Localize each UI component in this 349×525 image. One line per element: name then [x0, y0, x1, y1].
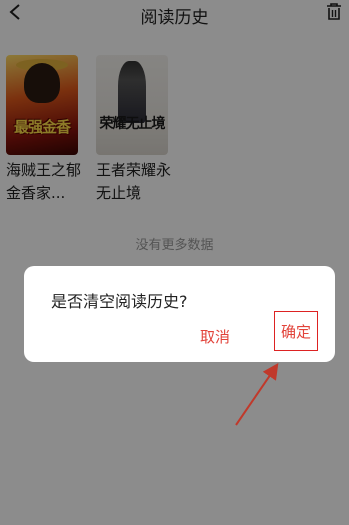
confirm-dialog: 是否清空阅读历史? 取消 确定	[24, 266, 335, 362]
cancel-button[interactable]: 取消	[200, 326, 230, 347]
modal-overlay[interactable]	[0, 0, 349, 525]
dialog-message: 是否清空阅读历史?	[51, 292, 188, 311]
confirm-button[interactable]: 确定	[274, 311, 318, 351]
